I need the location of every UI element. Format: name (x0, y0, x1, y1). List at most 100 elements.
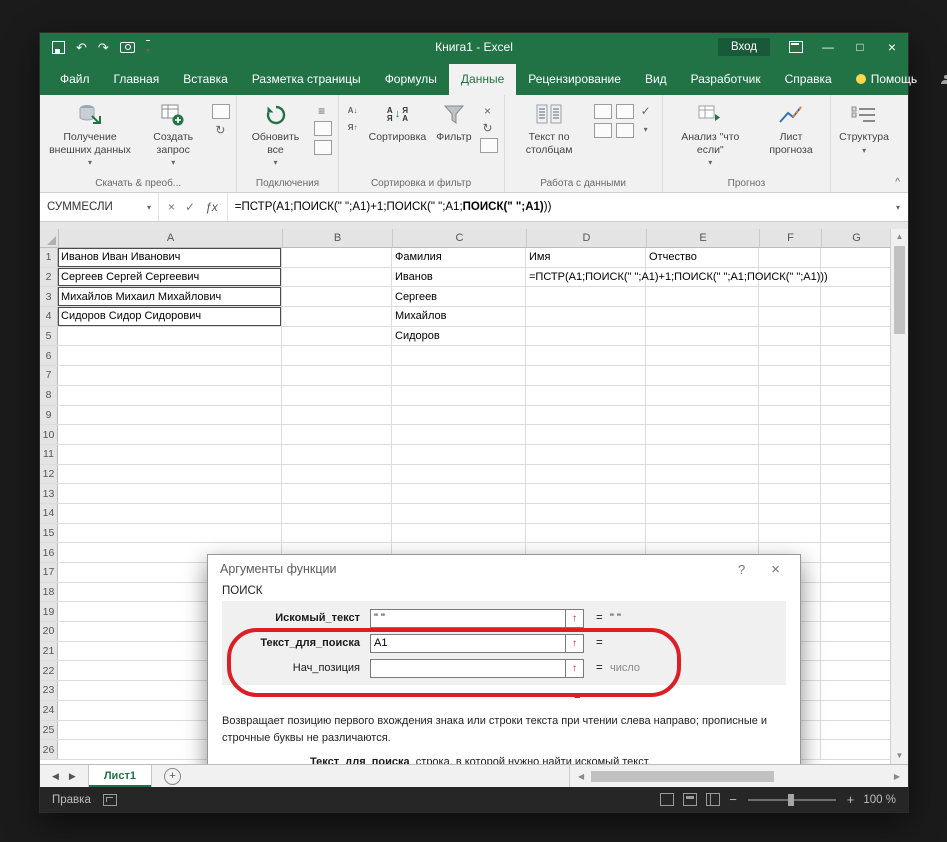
cell-A2[interactable]: Сергеев Сергей Сергеевич (58, 267, 282, 287)
cell-B13[interactable] (282, 484, 392, 503)
cell-E14[interactable] (646, 503, 759, 523)
cell-A14[interactable] (58, 503, 282, 523)
tab-page-layout[interactable]: Разметка страницы (240, 64, 373, 95)
row-header-16[interactable]: 16 (40, 543, 58, 562)
tab-insert[interactable]: Вставка (171, 64, 240, 95)
collapse-dialog-icon[interactable] (566, 608, 584, 628)
cell-A11[interactable] (58, 444, 282, 464)
cell-C12[interactable] (392, 464, 526, 484)
redo-icon[interactable] (98, 41, 109, 54)
get-external-data-button[interactable]: Получение внешних данных (43, 98, 137, 171)
data-validation-icon[interactable] (638, 104, 654, 117)
zoom-out-icon[interactable]: − (729, 793, 737, 806)
cell-F1[interactable] (759, 248, 821, 267)
cell-F10[interactable] (759, 425, 821, 444)
cell-D8[interactable] (526, 385, 646, 405)
tab-view[interactable]: Вид (633, 64, 679, 95)
cell-C5[interactable]: Сидоров (392, 326, 526, 346)
expand-formula-bar-icon[interactable] (888, 193, 908, 221)
clear-filter-icon[interactable] (480, 104, 496, 117)
refresh-all-button[interactable]: Обновить все (240, 98, 310, 171)
macro-record-icon[interactable] (102, 793, 117, 806)
cell-B10[interactable] (282, 425, 392, 444)
cell-G11[interactable] (821, 445, 890, 464)
cell-C14[interactable] (392, 503, 526, 523)
cell-C2[interactable]: Иванов (392, 267, 526, 287)
dialog-help-icon[interactable] (738, 562, 745, 577)
row-header-18[interactable]: 18 (40, 582, 58, 602)
row-header-20[interactable]: 20 (40, 622, 58, 641)
tab-formulas[interactable]: Формулы (373, 64, 449, 95)
cell-A4[interactable]: Сидоров Сидор Сидорович (58, 307, 282, 326)
cell-E1[interactable]: Отчество (646, 248, 759, 267)
cell-D6[interactable] (526, 346, 646, 366)
cell-G16[interactable] (821, 543, 890, 562)
row-header-8[interactable]: 8 (40, 385, 58, 405)
recent-sources-icon[interactable] (212, 123, 228, 136)
row-header-26[interactable]: 26 (40, 740, 58, 759)
cell-E13[interactable] (646, 484, 759, 503)
cell-G19[interactable] (821, 602, 890, 621)
tab-data[interactable]: Данные (448, 64, 517, 95)
tell-me-button[interactable]: Помощь (844, 64, 929, 95)
cell-G13[interactable] (821, 484, 890, 503)
confirm-entry-icon[interactable] (185, 200, 195, 214)
cell-D4[interactable] (526, 307, 646, 326)
cell-D12[interactable] (526, 464, 646, 484)
cell-G5[interactable] (821, 327, 890, 346)
cell-G20[interactable] (821, 622, 890, 641)
cell-G24[interactable] (821, 701, 890, 720)
cell-D11[interactable] (526, 444, 646, 464)
cell-F3[interactable] (759, 287, 821, 307)
cell-E11[interactable] (646, 444, 759, 464)
cell-A5[interactable] (58, 326, 282, 346)
cell-D1[interactable]: Имя (526, 248, 646, 267)
row-header-1[interactable]: 1 (40, 248, 58, 267)
cell-F12[interactable] (759, 464, 821, 484)
cell-G14[interactable] (821, 504, 890, 523)
cell-C9[interactable] (392, 405, 526, 425)
tab-file[interactable]: Файл (48, 64, 102, 95)
zoom-in-icon[interactable]: + (847, 793, 855, 806)
cell-B11[interactable] (282, 444, 392, 464)
sheet-tab-list1[interactable]: Лист1 (87, 765, 152, 787)
cell-D2[interactable]: =ПСТР(A1;ПОИСК(" ";A1)+1;ПОИСК(" ";A1;ПО… (526, 267, 828, 287)
column-header-F[interactable]: F (760, 229, 822, 247)
relationships-icon[interactable] (615, 123, 634, 138)
cell-G6[interactable] (821, 346, 890, 365)
text-to-columns-button[interactable]: Текст по столбцам (508, 98, 591, 158)
undo-icon[interactable] (76, 41, 87, 54)
minimize-button[interactable] (812, 33, 844, 61)
column-header-E[interactable]: E (647, 229, 760, 247)
cell-C4[interactable]: Михайлов (392, 307, 526, 326)
vertical-scrollbar[interactable] (890, 229, 908, 764)
cell-C11[interactable] (392, 444, 526, 464)
cell-A13[interactable] (58, 484, 282, 503)
cell-F6[interactable] (759, 346, 821, 366)
cell-A10[interactable] (58, 425, 282, 444)
scroll-left-icon[interactable] (574, 772, 588, 781)
cell-G8[interactable] (821, 386, 890, 405)
row-header-17[interactable]: 17 (40, 563, 58, 582)
cell-B6[interactable] (282, 346, 392, 366)
tab-home[interactable]: Главная (102, 64, 172, 95)
cell-G23[interactable] (821, 681, 890, 700)
horizontal-scrollbar[interactable] (569, 765, 908, 787)
cell-G25[interactable] (821, 721, 890, 740)
row-header-22[interactable]: 22 (40, 661, 58, 681)
zoom-slider[interactable] (747, 793, 836, 806)
zoom-slider-thumb[interactable] (788, 793, 795, 806)
row-header-12[interactable]: 12 (40, 464, 58, 484)
cell-F4[interactable] (759, 307, 821, 326)
share-button[interactable]: Поделиться (929, 64, 947, 95)
cell-C7[interactable] (392, 366, 526, 385)
new-sheet-button[interactable]: + (163, 767, 181, 785)
row-header-15[interactable]: 15 (40, 523, 58, 543)
cell-F5[interactable] (759, 326, 821, 346)
horizontal-scroll-thumb[interactable] (591, 770, 775, 782)
cell-B9[interactable] (282, 405, 392, 425)
sort-az-icon[interactable]: А↓ (345, 104, 361, 117)
edit-links-icon[interactable] (313, 140, 332, 155)
row-header-25[interactable]: 25 (40, 720, 58, 740)
cell-D14[interactable] (526, 503, 646, 523)
